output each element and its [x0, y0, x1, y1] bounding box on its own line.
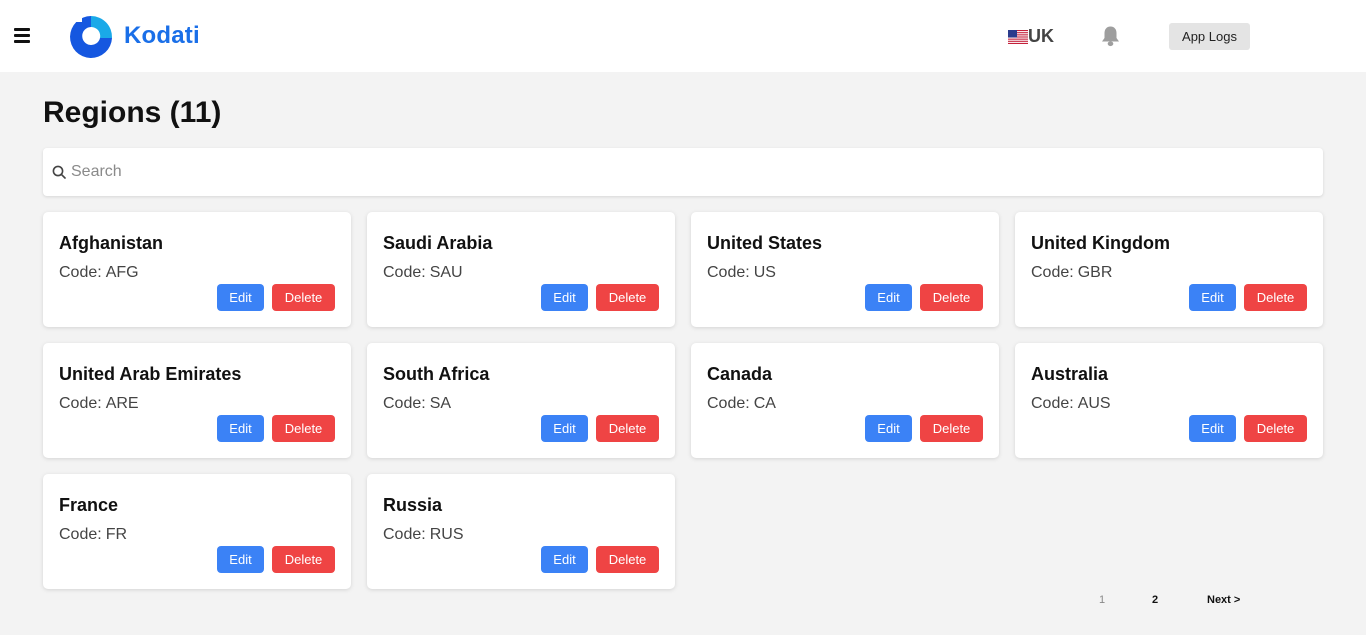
region-code: Code: US — [707, 264, 776, 282]
search-input[interactable] — [71, 163, 1271, 181]
region-name: United Arab Emirates — [59, 364, 242, 384]
code-value: GBR — [1077, 264, 1113, 281]
region-card: South Africa Code: SA Edit Delete — [367, 343, 675, 458]
logo-text: Kodati — [124, 22, 200, 49]
region-card: Russia Code: RUS Edit Delete — [367, 474, 675, 589]
edit-button[interactable]: Edit — [541, 284, 588, 311]
top-bar: Kodati UK App Logs — [0, 0, 1366, 72]
region-code: Code: AFG — [59, 264, 139, 282]
delete-button[interactable]: Delete — [920, 284, 983, 311]
code-value: RUS — [429, 526, 464, 543]
edit-button[interactable]: Edit — [1189, 415, 1236, 442]
region-card: United Kingdom Code: GBR Edit Delete — [1015, 212, 1323, 327]
search-icon — [52, 165, 66, 179]
code-label: Code: — [1031, 395, 1074, 412]
region-name: France — [59, 495, 119, 515]
delete-button[interactable]: Delete — [596, 415, 659, 442]
edit-button[interactable]: Edit — [865, 284, 912, 311]
code-label: Code: — [59, 395, 102, 412]
code-label: Code: — [1031, 264, 1074, 281]
region-code: Code: SA — [383, 395, 451, 413]
bell-icon[interactable] — [1100, 25, 1121, 47]
region-card: France Code: FR Edit Delete — [43, 474, 351, 589]
search-bar[interactable] — [43, 148, 1323, 196]
region-card: United States Code: US Edit Delete — [691, 212, 999, 327]
edit-button[interactable]: Edit — [217, 284, 264, 311]
region-card: Australia Code: AUS Edit Delete — [1015, 343, 1323, 458]
code-label: Code: — [59, 264, 102, 281]
region-code: Code: SAU — [383, 264, 463, 282]
edit-button[interactable]: Edit — [865, 415, 912, 442]
delete-button[interactable]: Delete — [272, 415, 335, 442]
code-value: CA — [753, 395, 776, 412]
region-card: Afghanistan Code: AFG Edit Delete — [43, 212, 351, 327]
language-selector[interactable]: UK — [1008, 26, 1054, 47]
app-logs-button[interactable]: App Logs — [1169, 23, 1250, 50]
region-code: Code: CA — [707, 395, 776, 413]
delete-button[interactable]: Delete — [1244, 415, 1307, 442]
pagination: 1 2 Next > — [0, 594, 1366, 608]
edit-button[interactable]: Edit — [541, 415, 588, 442]
next-page-link[interactable]: Next > — [1207, 594, 1240, 606]
code-value: AUS — [1077, 395, 1111, 412]
region-card: United Arab Emirates Code: ARE Edit Delet… — [43, 343, 351, 458]
region-name: United States — [707, 233, 823, 253]
kodati-logo-icon — [66, 12, 116, 60]
edit-button[interactable]: Edit — [541, 546, 588, 573]
code-label: Code: — [383, 264, 426, 281]
region-name: Russia — [383, 495, 443, 515]
region-code: Code: AUS — [1031, 395, 1111, 413]
delete-button[interactable]: Delete — [596, 284, 659, 311]
region-code: Code: RUS — [383, 526, 463, 544]
edit-button[interactable]: Edit — [217, 415, 264, 442]
code-value: AFG — [105, 264, 139, 281]
page-1-link[interactable]: 1 — [1099, 594, 1105, 606]
region-code: Code: FR — [59, 526, 127, 544]
region-code: Code: GBR — [1031, 264, 1112, 282]
region-name: Canada — [707, 364, 773, 384]
page-title: Regions (11) — [43, 96, 222, 129]
region-name: Afghanistan — [59, 233, 164, 253]
region-card: Canada Code: CA Edit Delete — [691, 343, 999, 458]
page-2-link[interactable]: 2 — [1152, 594, 1158, 606]
region-card: Saudi Arabia Code: SAU Edit Delete — [367, 212, 675, 327]
code-value: US — [753, 264, 776, 281]
code-label: Code: — [59, 526, 102, 543]
code-label: Code: — [707, 264, 750, 281]
code-value: FR — [105, 526, 128, 543]
code-value: ARE — [105, 395, 139, 412]
delete-button[interactable]: Delete — [596, 546, 659, 573]
region-code: Code: ARE — [59, 395, 139, 413]
edit-button[interactable]: Edit — [1189, 284, 1236, 311]
region-name: Saudi Arabia — [383, 233, 493, 253]
hamburger-menu-icon[interactable] — [14, 28, 30, 43]
region-name: South Africa — [383, 364, 490, 384]
region-name: Australia — [1031, 364, 1109, 384]
regions-grid: Afghanistan Code: AFG Edit Delete Saudi A… — [43, 212, 1323, 589]
code-value: SA — [429, 395, 452, 412]
delete-button[interactable]: Delete — [1244, 284, 1307, 311]
code-label: Code: — [383, 395, 426, 412]
region-name: United Kingdom — [1031, 233, 1170, 253]
us-flag-icon — [1008, 29, 1028, 44]
code-label: Code: — [707, 395, 750, 412]
language-label: UK — [1028, 26, 1054, 46]
edit-button[interactable]: Edit — [217, 546, 264, 573]
delete-button[interactable]: Delete — [920, 415, 983, 442]
delete-button[interactable]: Delete — [272, 546, 335, 573]
delete-button[interactable]: Delete — [272, 284, 335, 311]
code-value: SAU — [429, 264, 463, 281]
code-label: Code: — [383, 526, 426, 543]
